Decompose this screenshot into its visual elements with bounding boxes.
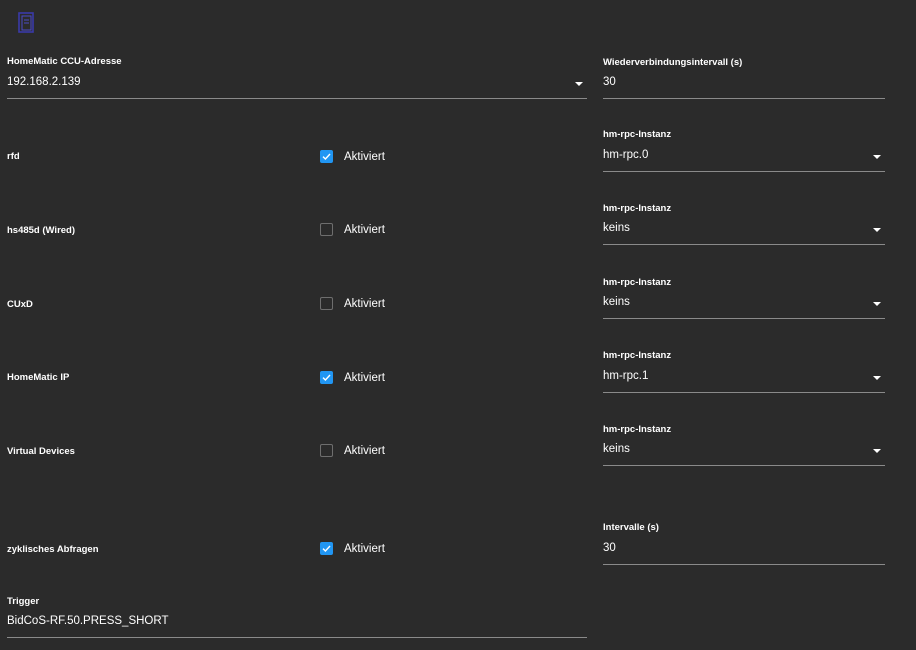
checkbox-homematic-ip[interactable]	[320, 371, 333, 384]
trigger-input[interactable]: BidCoS-RF.50.PRESS_SHORT	[7, 614, 587, 638]
row-label-hs485d: hs485d (Wired)	[7, 225, 76, 236]
homematic-ip-instance-label: hm-rpc-Instanz	[603, 350, 672, 361]
hs485d-instance-label: hm-rpc-Instanz	[603, 203, 672, 214]
checkbox-label-rfd[interactable]: Aktiviert	[344, 151, 385, 163]
polling-interval-value: 30	[603, 542, 616, 554]
hs485d-instance-value: keins	[603, 222, 630, 234]
row-label-cyclic-polling: zyklisches Abfragen	[7, 544, 99, 555]
check-icon	[322, 153, 331, 161]
hs485d-instance-select[interactable]: keins	[603, 221, 885, 245]
row-label-virtual-devices: Virtual Devices	[7, 446, 75, 457]
row-label-rfd: rfd	[7, 151, 20, 162]
settings-page: HomeMatic CCU-Adresse 192.168.2.139 rfd …	[0, 0, 916, 650]
check-icon	[322, 374, 331, 382]
checkbox-hs485d[interactable]	[320, 223, 333, 236]
reconnect-interval-label: Wiederverbindungsintervall (s)	[603, 57, 743, 68]
check-icon	[322, 545, 331, 553]
reconnect-interval-input[interactable]: 30	[603, 75, 885, 99]
rfd-instance-select[interactable]: hm-rpc.0	[603, 148, 885, 172]
ccu-address-label: HomeMatic CCU-Adresse	[7, 56, 122, 67]
cuxd-instance-select[interactable]: keins	[603, 295, 885, 319]
checkbox-cuxd[interactable]	[320, 297, 333, 310]
adapter-logo-icon	[16, 11, 38, 35]
checkbox-label-virtual-devices[interactable]: Aktiviert	[344, 445, 385, 457]
caret-down-icon[interactable]	[873, 376, 881, 380]
row-label-homematic-ip: HomeMatic IP	[7, 372, 70, 383]
ccu-address-select[interactable]: 192.168.2.139	[7, 75, 587, 99]
checkbox-label-cyclic-polling[interactable]: Aktiviert	[344, 543, 385, 555]
checkbox-label-homematic-ip[interactable]: Aktiviert	[344, 372, 385, 384]
caret-down-icon[interactable]	[873, 228, 881, 232]
caret-down-icon[interactable]	[873, 449, 881, 453]
checkbox-label-hs485d[interactable]: Aktiviert	[344, 224, 385, 236]
virtual-devices-instance-select[interactable]: keins	[603, 442, 885, 466]
trigger-label: Trigger	[7, 596, 40, 607]
rfd-instance-label: hm-rpc-Instanz	[603, 129, 672, 140]
caret-down-icon[interactable]	[575, 82, 583, 86]
checkbox-label-cuxd[interactable]: Aktiviert	[344, 298, 385, 310]
homematic-ip-instance-value: hm-rpc.1	[603, 370, 649, 382]
checkbox-rfd[interactable]	[320, 150, 333, 163]
checkbox-cyclic-polling[interactable]	[320, 542, 333, 555]
rfd-instance-value: hm-rpc.0	[603, 149, 649, 161]
caret-down-icon[interactable]	[873, 155, 881, 159]
cuxd-instance-value: keins	[603, 296, 630, 308]
virtual-devices-instance-label: hm-rpc-Instanz	[603, 424, 672, 435]
trigger-value: BidCoS-RF.50.PRESS_SHORT	[7, 615, 169, 627]
polling-interval-label: Intervalle (s)	[603, 522, 659, 533]
polling-interval-input[interactable]: 30	[603, 541, 885, 565]
row-label-cuxd: CUxD	[7, 299, 33, 310]
ccu-address-value: 192.168.2.139	[7, 76, 81, 88]
homematic-ip-instance-select[interactable]: hm-rpc.1	[603, 369, 885, 393]
checkbox-virtual-devices[interactable]	[320, 444, 333, 457]
caret-down-icon[interactable]	[873, 302, 881, 306]
reconnect-interval-value: 30	[603, 76, 616, 88]
virtual-devices-instance-value: keins	[603, 443, 630, 455]
cuxd-instance-label: hm-rpc-Instanz	[603, 277, 672, 288]
